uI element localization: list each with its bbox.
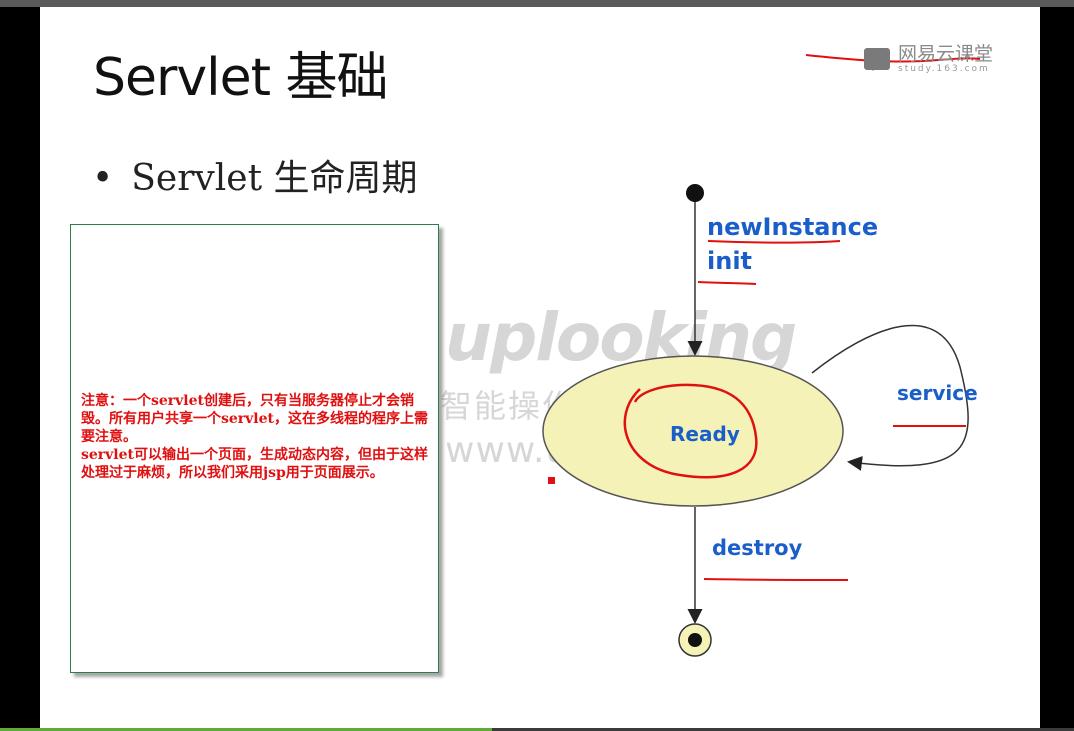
label-service: service (897, 381, 978, 405)
presentation-slide: Servlet 基础 • Servlet 生命周期 网易云课堂 study.163… (40, 7, 1040, 728)
label-new-instance: newInstance (707, 213, 878, 241)
annotation-underline-init (697, 281, 757, 285)
label-ready: Ready (670, 422, 740, 446)
note-text: 注意：一个servlet创建后，只有当服务器停止才会销毁。所有用户共享一个ser… (81, 392, 431, 482)
note-paragraph: servlet可以输出一个页面，生成动态内容，但由于这样处理过于麻烦，所以我们采… (81, 447, 428, 481)
end-node-inner (688, 633, 702, 647)
label-destroy: destroy (712, 536, 803, 560)
red-marker (548, 477, 555, 484)
note-paragraph: 注意：一个servlet创建后，只有当服务器停止才会销毁。所有用户共享一个ser… (81, 393, 428, 445)
annotation-underline-destroy (703, 578, 849, 581)
top-bar (0, 0, 1074, 7)
annotation-underline-newinstance (707, 240, 841, 244)
start-node (686, 184, 704, 202)
note-box: 注意：一个servlet创建后，只有当服务器停止才会销毁。所有用户共享一个ser… (70, 224, 439, 673)
label-init: init (707, 247, 752, 275)
